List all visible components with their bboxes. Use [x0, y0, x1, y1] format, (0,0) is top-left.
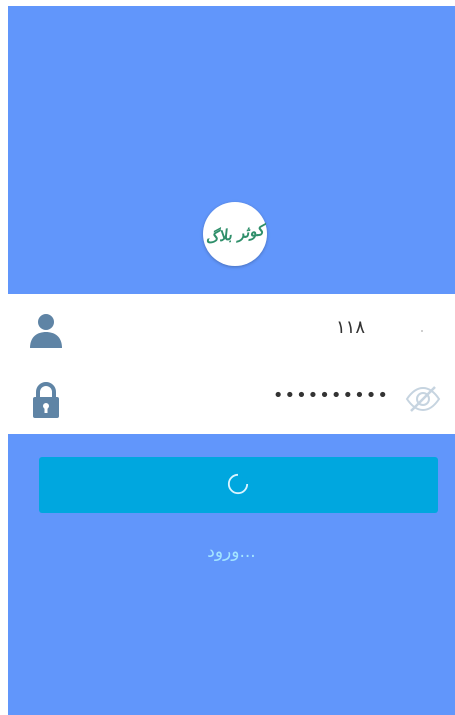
- login-form: [8, 294, 455, 434]
- password-row: [8, 364, 455, 434]
- login-screen: کوثر بلاگ ۱۱۸ •••••••••• ورود...: [8, 6, 455, 715]
- username-row: [8, 294, 455, 364]
- login-status-text: ورود...: [207, 542, 256, 562]
- app-logo: کوثر بلاگ: [203, 202, 267, 266]
- password-input[interactable]: [187, 384, 391, 407]
- login-button[interactable]: [39, 457, 438, 513]
- user-icon: [30, 314, 62, 348]
- logo-wordmark: کوثر بلاگ: [204, 220, 266, 248]
- eye-slash-icon[interactable]: [405, 384, 441, 414]
- username-input[interactable]: [163, 316, 367, 339]
- spinner-icon: [227, 473, 249, 495]
- lock-icon: [33, 382, 59, 418]
- input-indicator: [421, 330, 423, 332]
